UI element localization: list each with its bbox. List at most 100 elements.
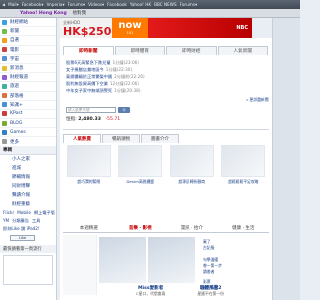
sidebar-item[interactable]: 更多 (0, 137, 56, 147)
link-tools[interactable]: 工具 (32, 218, 40, 224)
featured-image (99, 237, 146, 283)
featured-caption[interactable]: 騷聽風雲2 星國不在第一份 (197, 285, 224, 297)
product-image (169, 145, 214, 177)
product-card[interactable]: 超巧潤的緊閉 (66, 145, 112, 185)
featured-link[interactable]: 古記服 (203, 245, 214, 251)
tab-popular-news[interactable]: 人氣新聞 (217, 46, 268, 55)
more-news-link[interactable]: » 更詳盡新聞 (246, 97, 269, 103)
poll-box (3, 254, 53, 285)
sidebar-sub-item[interactable]: 財經重藝 (0, 200, 56, 209)
news-item[interactable]: 股利無投資高價下空業 12分鐘(22:06) (66, 81, 266, 88)
left-sidebar: 財經網站 新聞 自選 電影 宇宙 新消息 財經報道 旅遊 部落格 知識+ KPo… (0, 18, 57, 300)
now-logo: now (118, 20, 142, 31)
tab-yahoo[interactable]: Yahoo! Hong Kong (20, 11, 67, 16)
featured-captions: Miss愛影者 C星口，代價會兩 騷聽風雲2 星國不在第一份 (120, 285, 240, 297)
sidebar-sub-item[interactable]: 聲讀介報 (0, 191, 56, 200)
site-icon (2, 65, 7, 71)
news-item[interactable]: 泰鋼價輛於正常繁榮中國 2分鐘前(22:26) (66, 73, 266, 80)
sidebar-links-row: YM 分類廣告 工具 (0, 217, 56, 225)
like-button[interactable]: Like (10, 234, 35, 241)
ad-price: HK$250 (63, 24, 112, 38)
sidebar-item[interactable]: 新消息 (0, 64, 56, 74)
tab-comics[interactable]: 漫訊 · 拾介 (166, 224, 218, 232)
like-promo-text[interactable]: 即刻Like 讚 iPad2! (0, 225, 56, 233)
sidebar-item[interactable]: Games (0, 128, 56, 138)
product-card[interactable]: 超專反轉折腳商 (169, 145, 215, 185)
ad-logo: NBC (236, 25, 248, 31)
sidebar-item[interactable]: 財經網站 (0, 18, 56, 28)
sidebar-sub-item[interactable]: 節輔情報 (0, 173, 56, 182)
sidebar-item[interactable]: 自選 (0, 36, 56, 46)
sidebar-sub-item[interactable]: 同財博聲 (0, 182, 56, 191)
bookmark-2[interactable]: Facebook▾ (22, 2, 44, 7)
site-icon (2, 28, 7, 34)
tab-health-life[interactable]: 健康 · 生活 (218, 224, 270, 232)
product-image (118, 145, 163, 177)
product-card[interactable]: 超鬆鬆鬆平足攻略 (220, 145, 266, 185)
stock-search-button[interactable]: Q (118, 107, 130, 113)
tab-instant-finance[interactable]: 即時財經 (166, 46, 217, 55)
stock-search: 請入股票代號 Q (66, 106, 156, 114)
news-item[interactable]: 股票6天高緊急下跌兒童 1分鐘(23:06) (66, 59, 266, 66)
sidebar-item[interactable]: 部落格 (0, 92, 56, 101)
tab-instant-sports[interactable]: 即時體育 (114, 46, 165, 55)
sidebar-item[interactable]: KPost (0, 110, 56, 120)
news-item[interactable]: 中年女子家中無端頂警死 1分鐘(20:38) (66, 88, 266, 95)
tab-books[interactable]: 圖書介介 (141, 134, 179, 143)
sidebar-item[interactable]: BLOG (0, 119, 56, 129)
sidebar-item[interactable]: 財經報道 (0, 73, 56, 83)
site-icon (2, 47, 7, 53)
sidebar-section-title: 專輯 (0, 146, 56, 155)
site-icon (2, 111, 7, 117)
featured-link[interactable]: 讀書者 (203, 269, 214, 275)
site-icon (2, 120, 7, 126)
link-classifieds[interactable]: 分類廣告 (12, 218, 29, 224)
hang-seng-index: 恒指: 2,480.33 -55.71 (66, 116, 120, 122)
ad-price-block: 全新HDD HK$250 (60, 18, 112, 38)
stock-search-input[interactable]: 請入股票代號 (66, 107, 116, 113)
news-item[interactable]: 女子捲臘店兼地區今 1分鐘(22:30) (66, 66, 266, 73)
link-ym[interactable]: YM (3, 218, 9, 223)
sidebar-item[interactable]: 電影 (0, 46, 56, 55)
link-mobile[interactable]: Mobile (17, 210, 31, 215)
tab-hot-sale[interactable]: 人氣熱賣 (63, 134, 101, 143)
bookmark-7[interactable]: Yahoo! HK (130, 2, 151, 7)
featured-images[interactable] (97, 235, 197, 285)
tab-instant-news[interactable]: 即時新聞 (63, 46, 114, 55)
site-icon (2, 139, 7, 145)
tab-music-film[interactable]: 音樂 · 影視 (115, 224, 167, 232)
bookmark-4[interactable]: Forums▾ (68, 2, 86, 7)
bookmark-9[interactable]: Forums▾ (180, 2, 198, 7)
sidebar-sub-item[interactable]: 進城 (0, 164, 56, 173)
link-flickr[interactable]: Flickr (3, 210, 14, 215)
featured-caption[interactable]: Miss愛影者 C星口，代價會兩 (136, 285, 165, 297)
sidebar-item[interactable]: 知識+ (0, 101, 56, 110)
featured-tabs: 本週精選 音樂 · 影視 漫訊 · 拾介 健康 · 生活 (63, 224, 269, 233)
ad-banner[interactable]: 全新HDD HK$250 now 101 NBC (60, 18, 252, 38)
site-icon (2, 19, 7, 25)
bookmark-8[interactable]: BBC NEWS (154, 2, 177, 7)
bookmark-5[interactable]: Videos▾ (88, 2, 104, 7)
index-value: 2,480.33 (78, 117, 101, 122)
now-channel: 101 (126, 31, 134, 35)
site-icon (2, 37, 7, 43)
site-icon (2, 83, 7, 89)
tab-second[interactable]: 他對我 (73, 10, 87, 16)
product-card[interactable]: Denim高挑擺鹿 (117, 145, 163, 185)
now-tv-block: now 101 (112, 18, 148, 38)
site-icon (2, 102, 7, 108)
tab-trendy[interactable]: 暢銷潮物 (102, 134, 140, 143)
tab-weekly-picks[interactable]: 本週精選 (63, 224, 115, 232)
bookmark-6[interactable]: Facebook (107, 2, 127, 7)
site-icon (2, 56, 7, 62)
sidebar-sub-item[interactable]: 小人之家 (0, 155, 56, 164)
bookmark-3[interactable]: Imperia▾ (46, 2, 64, 7)
sidebar-item[interactable]: 宇宙 (0, 55, 56, 64)
bookmark-arrow-icon[interactable]: ◀ (2, 2, 5, 7)
sidebar-item[interactable]: 新聞 (0, 27, 56, 37)
sidebar-item[interactable]: 旅遊 (0, 82, 56, 92)
ad-red-block: NBC (148, 18, 252, 38)
link-e-edition[interactable]: 網上電子版 (34, 210, 55, 216)
sidebar-links-row: Flickr Mobile 網上電子版 (0, 209, 56, 217)
bookmark-1[interactable]: Mail▾ (8, 2, 19, 7)
